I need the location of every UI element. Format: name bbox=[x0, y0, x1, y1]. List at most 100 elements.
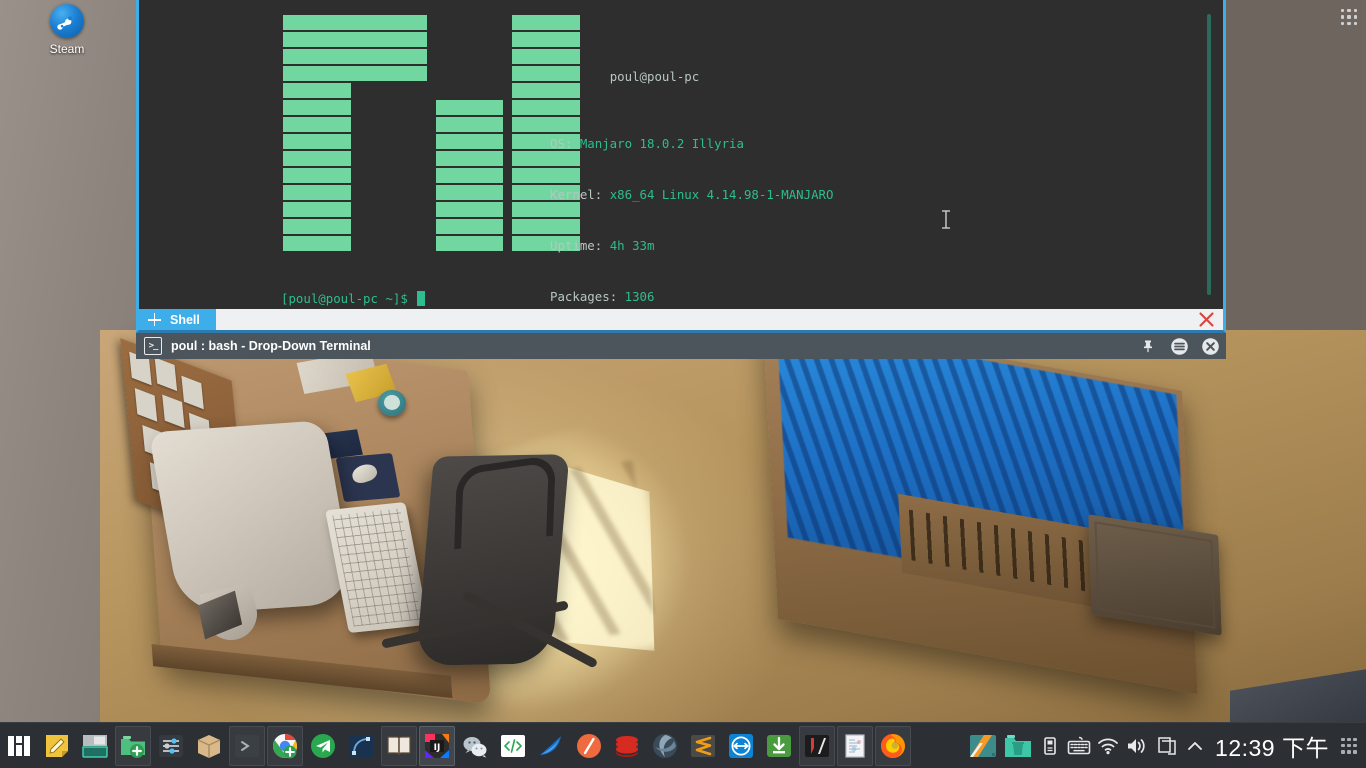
taskbar-item-wechat-launcher[interactable] bbox=[457, 726, 493, 766]
terminal-tab-bar: Shell bbox=[136, 309, 1226, 333]
toolbox-dot bbox=[1353, 9, 1357, 13]
drop-down-terminal-window: poul@poul-pc OS: Manjaro 18.0.2 Illyria … bbox=[136, 0, 1226, 359]
panel-dot bbox=[1341, 737, 1345, 742]
taskbar-panel-toolbox[interactable] bbox=[1338, 735, 1360, 757]
notes-icon bbox=[46, 734, 68, 757]
taskbar-item-telegram-launcher[interactable] bbox=[305, 726, 341, 766]
terminal-icon: >_ bbox=[144, 337, 162, 355]
vector-curve-icon bbox=[349, 734, 373, 757]
menu-button[interactable] bbox=[1168, 335, 1190, 357]
taskbar-item-intellij-idea-launcher[interactable]: IJ bbox=[419, 725, 455, 766]
panel-dot bbox=[1353, 743, 1357, 748]
terminal-icon bbox=[235, 734, 259, 757]
wallpaper-storage-chest bbox=[1088, 514, 1222, 636]
taskbar-item-wireshark-launcher[interactable] bbox=[533, 726, 569, 766]
close-icon bbox=[1201, 337, 1219, 355]
wallpaper-crt-monitor bbox=[148, 420, 357, 615]
system-tray: 12:39 下午 bbox=[967, 723, 1366, 768]
tray-item-show-hidden-tray-icon[interactable] bbox=[1182, 733, 1208, 759]
tab-bar-empty-area bbox=[216, 309, 1189, 330]
close-window-button[interactable] bbox=[1199, 335, 1221, 357]
shell-prompt: [poul@poul-pc ~]$ bbox=[281, 291, 425, 306]
usb-drive-icon bbox=[1044, 736, 1056, 755]
taskbar-item-redis-launcher[interactable] bbox=[609, 726, 645, 766]
clipboard-icon bbox=[1158, 736, 1176, 755]
taskbar-item-settings-launcher[interactable] bbox=[153, 726, 189, 766]
panel-dot bbox=[1341, 743, 1345, 748]
desktop-icon-label: Steam bbox=[49, 42, 85, 56]
tray-item-keyboard-layout-tray-icon[interactable] bbox=[1066, 733, 1092, 759]
taskbar-item-application-menu-manjaro[interactable] bbox=[1, 726, 37, 766]
chevron-up-icon bbox=[1188, 741, 1202, 750]
taskbar-item-vector-editor-launcher[interactable] bbox=[343, 726, 379, 766]
taskbar-item-terminal-launcher[interactable] bbox=[229, 725, 265, 766]
download-icon bbox=[767, 734, 791, 757]
folder-add-icon bbox=[121, 735, 145, 758]
terminal-screen[interactable]: poul@poul-pc OS: Manjaro 18.0.2 Illyria … bbox=[136, 0, 1226, 309]
svg-text:IJ: IJ bbox=[434, 743, 441, 753]
logo-column-left bbox=[283, 15, 427, 251]
taskbar-item-chrome-launcher[interactable] bbox=[267, 725, 303, 766]
taskbar-item-window-switcher[interactable] bbox=[77, 726, 113, 766]
close-tab-button[interactable] bbox=[1189, 309, 1223, 330]
taskbar-item-file-manager-new[interactable] bbox=[115, 725, 151, 766]
taskbar-item-teamviewer-launcher[interactable] bbox=[723, 726, 759, 766]
pin-button[interactable] bbox=[1137, 335, 1159, 357]
tray-item-image-viewer-tray-icon[interactable] bbox=[967, 730, 999, 762]
taskbar-item-sublime-text-launcher[interactable] bbox=[685, 726, 721, 766]
toolbox-dot bbox=[1347, 21, 1351, 25]
taskbar-item-document-viewer-launcher[interactable] bbox=[837, 725, 873, 766]
manjaro-logo-icon bbox=[8, 735, 30, 756]
hamburger-icon bbox=[1170, 337, 1188, 355]
tray-item-usb-device-tray-icon[interactable] bbox=[1037, 733, 1063, 759]
toolbox-dot bbox=[1341, 9, 1345, 13]
panel-dot bbox=[1347, 743, 1351, 748]
taskbar-item-photo-editor-launcher[interactable] bbox=[647, 726, 683, 766]
package-box-icon bbox=[197, 734, 221, 758]
tray-item-clipboard-tray-icon[interactable] bbox=[1153, 733, 1179, 759]
desktop-icon-steam[interactable]: Steam bbox=[34, 4, 100, 66]
desktop-toolbox-button[interactable] bbox=[1336, 4, 1362, 30]
wifi-icon bbox=[1098, 738, 1118, 754]
neofetch-user-host: poul@poul-pc bbox=[550, 52, 990, 103]
taskbar-item-video-editor-launcher[interactable] bbox=[799, 725, 835, 766]
settings-sliders-icon bbox=[159, 734, 183, 757]
taskbar-item-opera-launcher[interactable] bbox=[571, 726, 607, 766]
taskbar-item-code-editor-launcher[interactable] bbox=[495, 726, 531, 766]
firefox-icon bbox=[881, 733, 905, 758]
close-icon bbox=[1198, 312, 1214, 327]
taskbar-item-firefox-launcher[interactable] bbox=[875, 725, 911, 766]
tab-shell[interactable]: Shell bbox=[139, 309, 216, 330]
neofetch-output: poul@poul-pc OS: Manjaro 18.0.2 Illyria … bbox=[550, 18, 990, 309]
toolbox-dot bbox=[1341, 15, 1345, 19]
taskbar-item-dictionary-launcher[interactable] bbox=[381, 725, 417, 766]
tray-item-network-wifi-tray-icon[interactable] bbox=[1095, 733, 1121, 759]
sublime-text-icon bbox=[691, 734, 715, 757]
panel-dot bbox=[1347, 749, 1351, 754]
terminal-cursor bbox=[416, 291, 425, 306]
taskbar-item-package-manager[interactable] bbox=[191, 726, 227, 766]
neofetch-userhost-text: poul@poul-pc bbox=[609, 68, 700, 84]
code-brackets-icon bbox=[501, 734, 525, 757]
pin-icon bbox=[1144, 340, 1152, 353]
tray-item-volume-tray-icon[interactable] bbox=[1124, 733, 1150, 759]
taskbar-item-notes-launcher[interactable] bbox=[39, 726, 75, 766]
taskbar-clock[interactable]: 12:39 下午 bbox=[1211, 729, 1335, 763]
teamviewer-icon bbox=[729, 733, 753, 758]
document-icon bbox=[845, 733, 865, 758]
tray-item-trash-tray-icon[interactable] bbox=[1002, 730, 1034, 762]
video-editor-icon bbox=[805, 734, 829, 757]
taskbar-item-download-manager-launcher[interactable] bbox=[761, 726, 797, 766]
logo-column-middle bbox=[436, 15, 503, 251]
trash-folder-icon bbox=[1005, 734, 1032, 757]
toolbox-dot bbox=[1353, 15, 1357, 19]
wallpaper-alarm-clock bbox=[378, 390, 406, 416]
neofetch-row: Uptime: 4h 33m bbox=[550, 237, 655, 253]
new-tab-icon[interactable] bbox=[148, 313, 161, 326]
neofetch-row: OS: Manjaro 18.0.2 Illyria bbox=[550, 136, 744, 152]
manjaro-ascii-logo bbox=[283, 15, 580, 251]
terminal-scrollbar[interactable] bbox=[1207, 14, 1211, 295]
terminal-title-bar[interactable]: >_ poul : bash - Drop-Down Terminal bbox=[136, 333, 1226, 359]
neofetch-row: Packages: 1306 bbox=[550, 288, 655, 304]
toolbox-dot bbox=[1347, 15, 1351, 19]
